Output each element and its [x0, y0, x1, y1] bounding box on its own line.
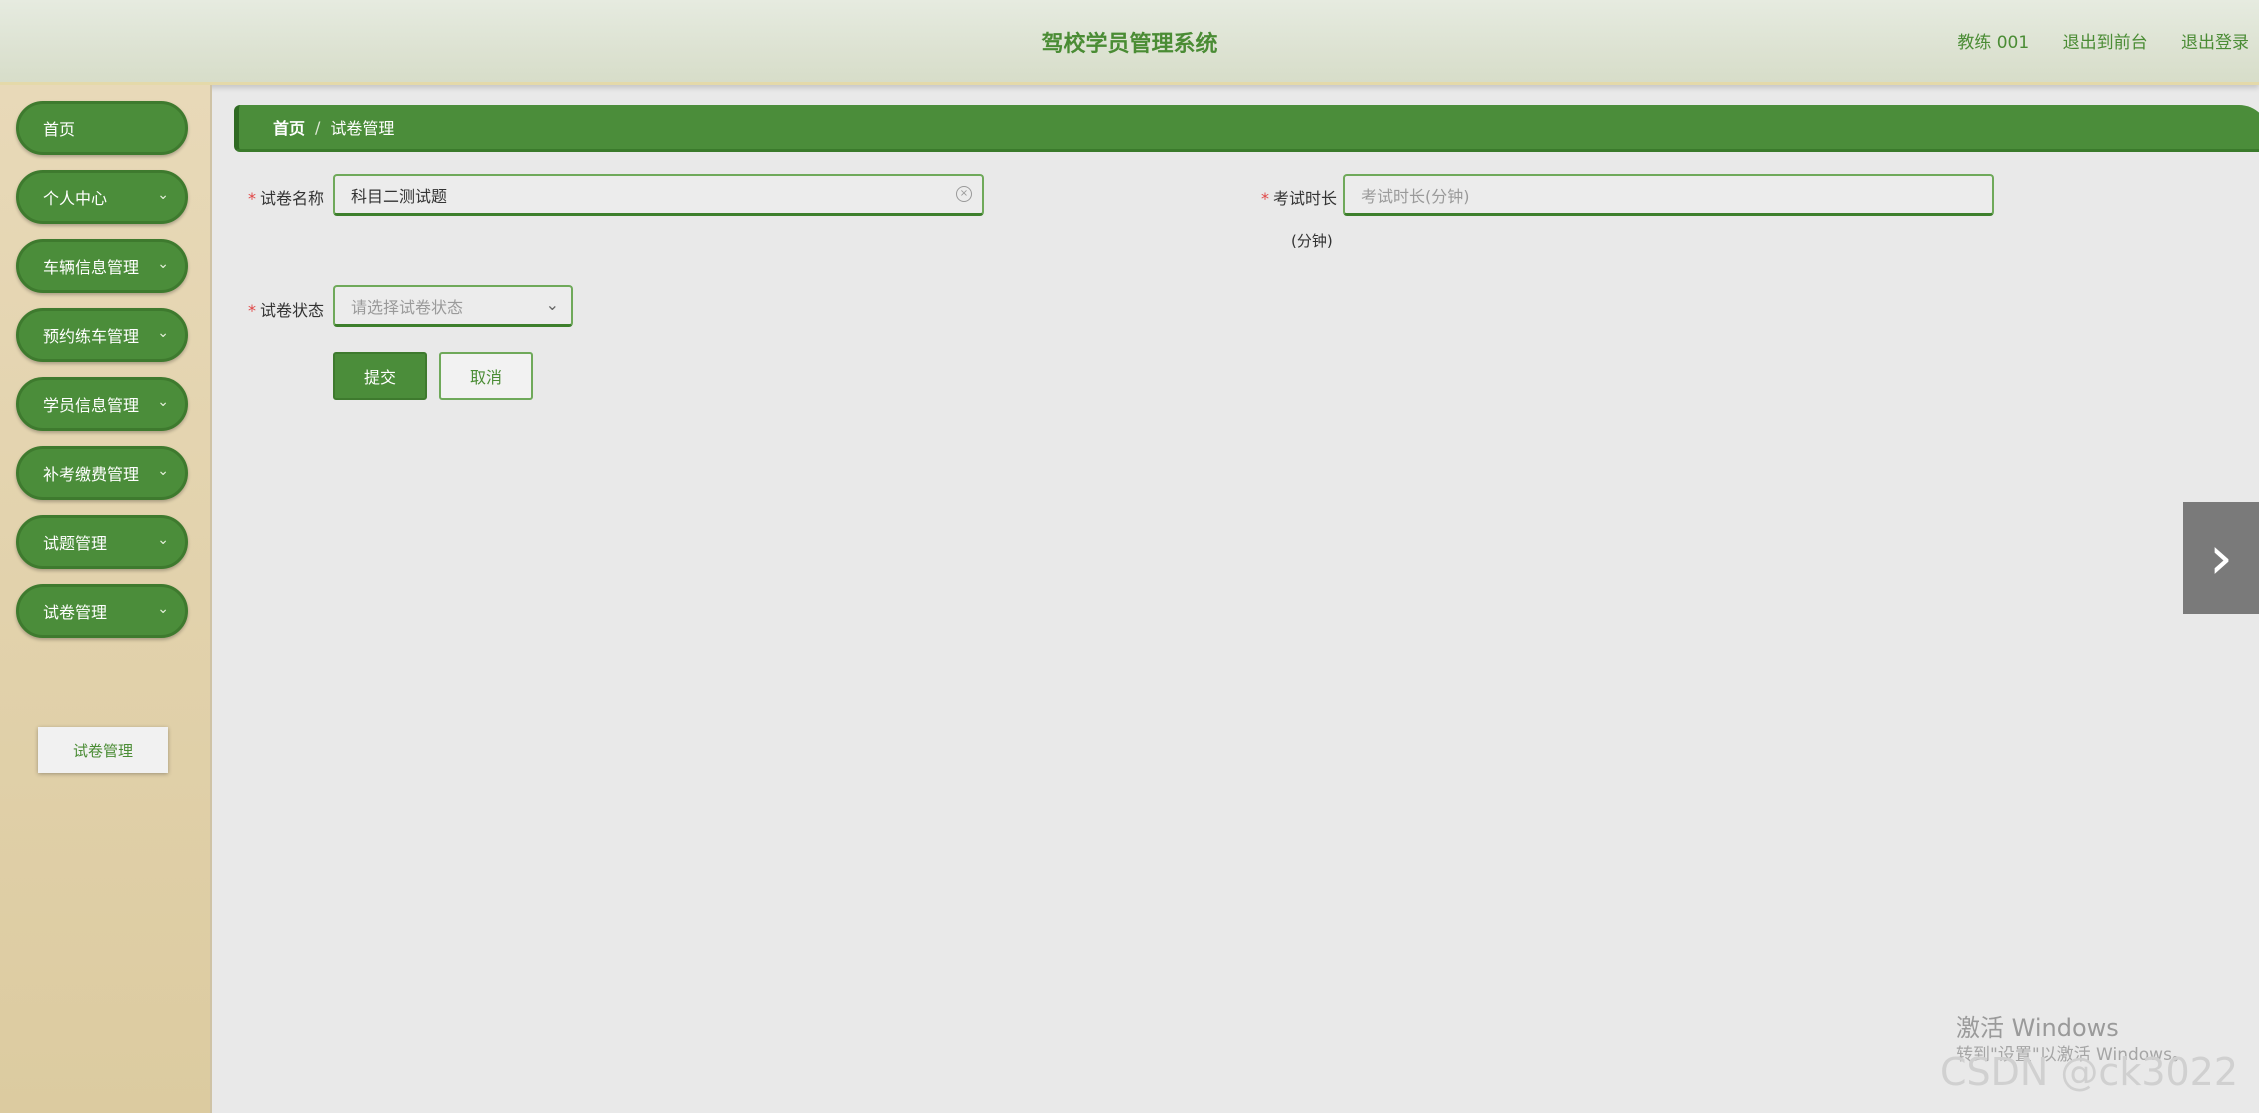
activation-watermark-title: 激活 Windows [1956, 1014, 2119, 1042]
breadcrumb-current: 试卷管理 [330, 119, 395, 138]
chevron-down-icon: ⌄ [545, 295, 559, 314]
chevron-down-icon: ⌄ [157, 463, 169, 479]
sidebar-item-students[interactable]: 学员信息管理 ⌄ [16, 377, 188, 431]
chevron-down-icon: ⌄ [157, 394, 169, 410]
main-content: 首页 / 试卷管理 * 试卷名称 科目二测试题 × * 考试时长 (分钟) 考试时长… [212, 85, 2259, 1113]
duration-label: * 考试时长 [1261, 189, 1338, 208]
logout-link[interactable]: 退出登录 [2181, 33, 2249, 53]
duration-unit: (分钟) [1291, 232, 1333, 250]
user-name: 教练 001 [1957, 33, 2030, 53]
top-header: 驾校学员管理系统 教练 001 退出到前台 退出登录 [0, 0, 2259, 85]
sidebar-item-makeup-fees[interactable]: 补考缴费管理 ⌄ [16, 446, 188, 500]
front-link[interactable]: 退出到前台 [2063, 33, 2148, 53]
sidebar-item-profile[interactable]: 个人中心 ⌄ [16, 170, 188, 224]
sidebar-item-label: 试卷管理 [43, 603, 108, 622]
sidebar-item-label: 个人中心 [43, 189, 108, 208]
sidebar-item-label: 首页 [43, 120, 76, 139]
chevron-down-icon: ⌄ [157, 325, 169, 341]
site-title: 驾校学员管理系统 [1041, 32, 1218, 57]
top-links: 教练 001 退出到前台 退出登录 [1929, 28, 2249, 53]
status-label: * 试卷状态 [248, 301, 325, 320]
sidebar-item-label: 车辆信息管理 [43, 258, 140, 277]
chevron-down-icon: ⌄ [157, 601, 169, 617]
chevron-right-icon[interactable]: › [2183, 502, 2259, 614]
paper-name-value: 科目二测试题 [351, 186, 448, 206]
duration-input[interactable]: 考试时长(分钟) [1343, 174, 1994, 216]
paper-name-label: * 试卷名称 [248, 189, 325, 208]
breadcrumb-separator: / [315, 117, 321, 137]
chevron-down-icon: ⌄ [157, 256, 169, 272]
submenu-item-papers[interactable]: 试卷管理 [38, 727, 168, 773]
sidebar-item-bookings[interactable]: 预约练车管理 ⌄ [16, 308, 188, 362]
status-placeholder: 请选择试卷状态 [351, 297, 464, 317]
chevron-down-icon: ⌄ [157, 532, 169, 548]
clear-icon[interactable]: × [956, 186, 972, 202]
sidebar-item-label: 试题管理 [43, 534, 108, 553]
paper-name-input[interactable]: 科目二测试题 × [333, 174, 984, 216]
submit-button[interactable]: 提交 [333, 352, 427, 400]
sidebar-item-home[interactable]: 首页 [16, 101, 188, 155]
cancel-button[interactable]: 取消 [439, 352, 533, 400]
sidebar-item-label: 预约练车管理 [43, 327, 140, 346]
sidebar-item-label: 补考缴费管理 [43, 465, 140, 484]
csdn-watermark: CSDN @ck3022 [1940, 1050, 2239, 1094]
sidebar-item-label: 学员信息管理 [43, 396, 140, 415]
sidebar-item-papers[interactable]: 试卷管理 ⌄ [16, 584, 188, 638]
sidebar: 首页 个人中心 ⌄ 车辆信息管理 ⌄ 预约练车管理 ⌄ 学员信息管理 ⌄ 补考缴… [0, 85, 212, 1113]
breadcrumb: 首页 / 试卷管理 [234, 105, 2259, 152]
sidebar-item-questions[interactable]: 试题管理 ⌄ [16, 515, 188, 569]
chevron-down-icon: ⌄ [157, 187, 169, 203]
breadcrumb-home[interactable]: 首页 [273, 115, 305, 139]
status-select[interactable]: 请选择试卷状态 ⌄ [333, 285, 573, 327]
duration-placeholder: 考试时长(分钟) [1361, 186, 1470, 206]
sidebar-item-vehicles[interactable]: 车辆信息管理 ⌄ [16, 239, 188, 293]
